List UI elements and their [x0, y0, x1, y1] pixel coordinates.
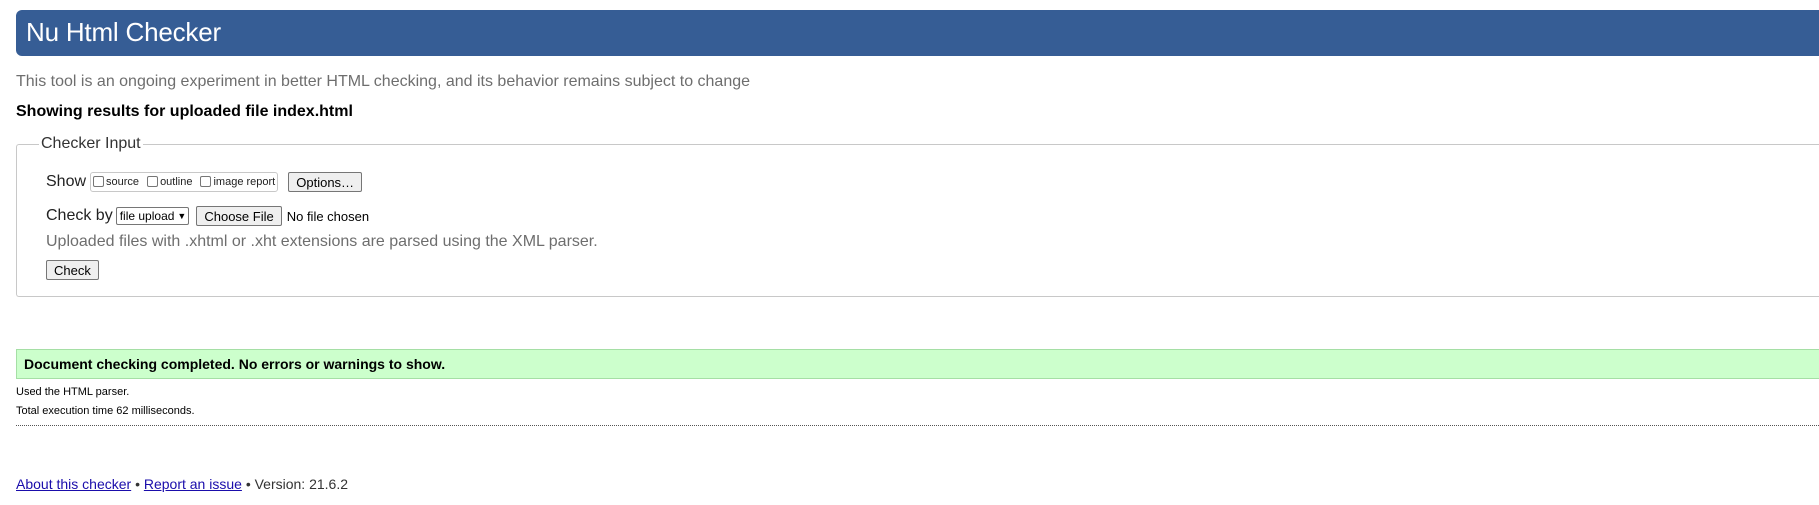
- outline-checkbox-label: outline: [160, 176, 193, 188]
- checker-input-legend: Checker Input: [39, 135, 143, 153]
- image-report-checkbox-label: image report: [213, 176, 276, 188]
- checker-input-fieldset: Checker Input Show source outline image …: [16, 135, 1819, 297]
- check-button[interactable]: Check: [46, 260, 99, 280]
- report-issue-link[interactable]: Report an issue: [144, 476, 242, 492]
- image-report-checkbox[interactable]: [200, 175, 212, 187]
- options-button[interactable]: Options…: [288, 172, 363, 192]
- version-text: Version: 21.6.2: [254, 476, 349, 492]
- footer-separator: •: [245, 476, 251, 492]
- outline-checkbox[interactable]: [147, 175, 159, 187]
- source-checkbox-label: source: [106, 176, 140, 188]
- footer-separator: •: [135, 476, 140, 492]
- about-checker-link[interactable]: About this checker: [16, 476, 131, 492]
- check-by-row: Check by file upload ▼ Choose File No fi…: [46, 205, 369, 227]
- show-options-group: source outline image report: [90, 172, 279, 192]
- show-row: Show source outline image report Options…: [46, 171, 363, 193]
- check-by-label: Check by: [46, 207, 113, 224]
- header-bar: Nu Html Checker: [16, 10, 1819, 56]
- check-row: Check: [46, 260, 99, 280]
- success-message: Document checking completed. No errors o…: [24, 356, 446, 372]
- chevron-down-icon: ▼: [177, 211, 187, 221]
- show-outline-option[interactable]: outline: [147, 175, 193, 188]
- show-label: Show: [46, 173, 87, 190]
- source-checkbox[interactable]: [93, 175, 105, 187]
- parser-note: Used the HTML parser.: [16, 386, 130, 398]
- show-image-report-option[interactable]: image report: [200, 175, 276, 188]
- tagline: This tool is an ongoing experiment in be…: [16, 73, 751, 90]
- show-source-option[interactable]: source: [93, 175, 140, 188]
- xml-parser-note: Uploaded files with .xhtml or .xht exten…: [46, 233, 598, 250]
- divider: [16, 425, 1819, 426]
- execution-time: Total execution time 62 milliseconds.: [16, 405, 195, 417]
- check-by-selected-value: file upload: [119, 209, 175, 223]
- page-title: Nu Html Checker: [26, 17, 221, 47]
- results-heading: Showing results for uploaded file index.…: [16, 103, 353, 120]
- choose-file-button[interactable]: Choose File: [196, 206, 282, 226]
- check-by-select[interactable]: file upload ▼: [115, 207, 190, 225]
- success-message-box: Document checking completed. No errors o…: [16, 349, 1819, 379]
- no-file-chosen-text: No file chosen: [286, 208, 370, 224]
- footer: About this checker • Report an issue • V…: [16, 476, 348, 492]
